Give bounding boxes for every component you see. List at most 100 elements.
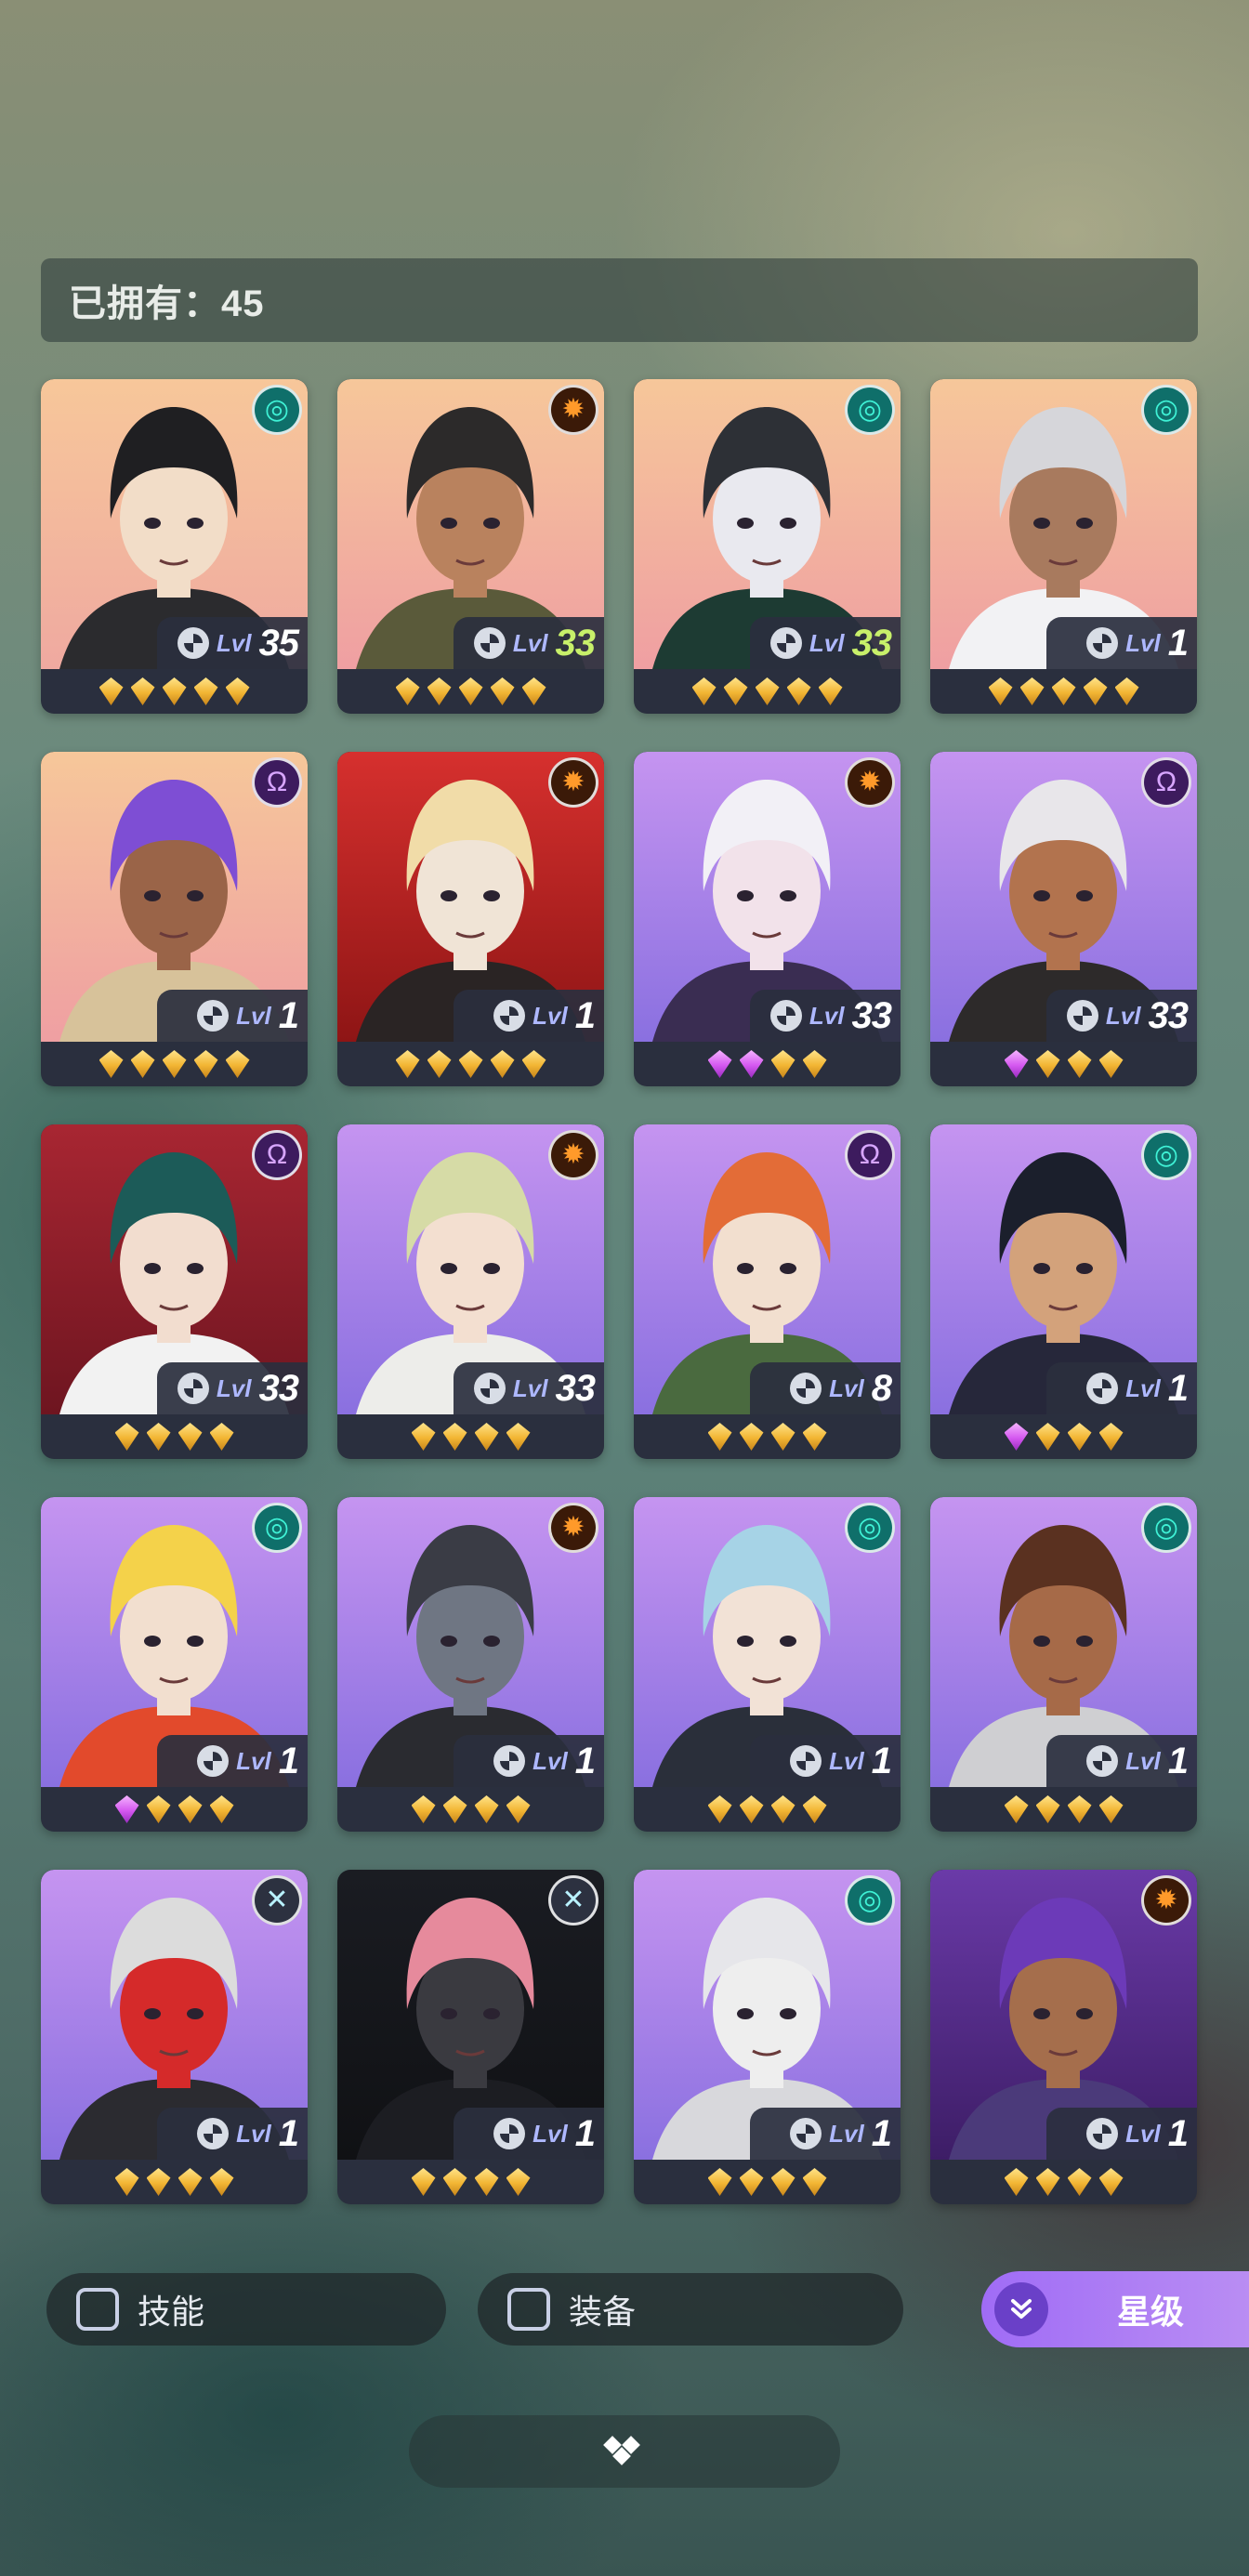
character-card[interactable]: ✹ Lvl 33 <box>337 1124 604 1459</box>
gold-gem-icon <box>99 677 124 705</box>
star-rating <box>930 669 1197 714</box>
character-card[interactable]: Ω Lvl 33 <box>930 752 1197 1086</box>
character-card[interactable]: ◎ Lvl 1 <box>930 379 1197 714</box>
gold-gem-icon <box>1035 2168 1060 2196</box>
gold-gem-icon <box>411 1423 436 1451</box>
character-card[interactable]: ✹ Lvl 1 <box>337 752 604 1086</box>
level-prefix: Lvl <box>512 628 548 657</box>
character-card[interactable]: ✹ Lvl 1 <box>930 1870 1197 2204</box>
star-rating <box>41 1787 308 1832</box>
character-card[interactable]: ✹ Lvl 33 <box>337 379 604 714</box>
gold-gem-icon <box>786 677 811 705</box>
gold-gem-icon <box>130 677 155 705</box>
character-card[interactable]: ◎ Lvl 1 <box>41 1497 308 1832</box>
character-card[interactable]: ◎ Lvl 33 <box>634 379 901 714</box>
gold-gem-icon <box>707 2168 732 2196</box>
gold-gem-icon <box>427 1050 452 1078</box>
star-rating <box>41 1414 308 1459</box>
character-card[interactable]: ✕ Lvl 1 <box>337 1870 604 2204</box>
aperture-icon <box>197 2118 230 2149</box>
aperture-icon <box>473 1373 506 1404</box>
level-prefix: Lvl <box>809 628 845 657</box>
gold-gem-icon <box>209 1423 234 1451</box>
character-card[interactable]: Ω Lvl 1 <box>41 752 308 1086</box>
gold-gem-icon <box>1098 1050 1124 1078</box>
character-card[interactable]: ✹ Lvl 33 <box>634 752 901 1086</box>
gold-gem-icon <box>521 677 546 705</box>
level-prefix: Lvl <box>236 1001 271 1030</box>
character-card[interactable]: ◎ Lvl 1 <box>634 1497 901 1832</box>
spiral-icon: ◎ <box>252 1503 302 1553</box>
level-badge: Lvl 1 <box>157 990 308 1042</box>
skill-filter-toggle[interactable]: 技能 <box>46 2273 446 2346</box>
level-badge: Lvl 1 <box>750 1735 901 1787</box>
character-card[interactable]: ◎ Lvl 1 <box>930 1497 1197 1832</box>
level-value: 33 <box>555 622 596 664</box>
omega-icon: Ω <box>1141 757 1191 808</box>
gold-gem-icon <box>146 1423 171 1451</box>
level-prefix: Lvl <box>829 1746 864 1775</box>
character-card[interactable]: ◎ Lvl 35 <box>41 379 308 714</box>
gold-gem-icon <box>395 1050 420 1078</box>
aperture-icon <box>790 1745 822 1777</box>
character-card[interactable]: ◎ Lvl 1 <box>634 1870 901 2204</box>
aperture-icon <box>1086 1745 1119 1777</box>
star-rating <box>41 2160 308 2204</box>
gold-gem-icon <box>162 677 187 705</box>
character-card[interactable]: ✹ Lvl 1 <box>337 1497 604 1832</box>
level-value: 1 <box>574 2112 596 2154</box>
level-value: 1 <box>574 994 596 1036</box>
skill-filter-label: 技能 <box>138 2293 205 2331</box>
sort-label: 星级 <box>1117 2293 1185 2331</box>
character-card[interactable]: Ω Lvl 33 <box>41 1124 308 1459</box>
level-badge: Lvl 1 <box>750 2108 901 2160</box>
gold-gem-icon <box>1067 1423 1092 1451</box>
star-rating <box>930 1042 1197 1086</box>
star-rating <box>337 1042 604 1086</box>
gold-gem-icon <box>146 1795 171 1823</box>
star-rating <box>634 669 901 714</box>
gold-gem-icon <box>739 1423 764 1451</box>
level-badge: Lvl 33 <box>157 1362 308 1414</box>
gold-gem-icon <box>802 1795 827 1823</box>
gold-gem-icon <box>225 677 250 705</box>
aperture-icon <box>177 1373 209 1404</box>
gold-gem-icon <box>770 1795 795 1823</box>
gold-gem-icon <box>1114 677 1139 705</box>
character-card[interactable]: Ω Lvl 8 <box>634 1124 901 1459</box>
chevron-double-down-icon <box>994 2282 1048 2336</box>
star-rating <box>930 2160 1197 2204</box>
level-value: 8 <box>871 1367 892 1409</box>
purple-gem-icon <box>739 1050 764 1078</box>
gold-gem-icon <box>506 1423 531 1451</box>
character-card[interactable]: ◎ Lvl 1 <box>930 1124 1197 1459</box>
gold-gem-icon <box>1035 1050 1060 1078</box>
star-rating <box>634 1414 901 1459</box>
level-prefix: Lvl <box>1125 628 1161 657</box>
gold-gem-icon <box>209 2168 234 2196</box>
level-prefix: Lvl <box>1105 1001 1141 1030</box>
gold-gem-icon <box>225 1050 250 1078</box>
star-rating <box>634 1042 901 1086</box>
gold-gem-icon <box>691 677 717 705</box>
character-card[interactable]: ✕ Lvl 1 <box>41 1870 308 2204</box>
collapse-button[interactable] <box>409 2415 840 2488</box>
level-prefix: Lvl <box>1125 2119 1161 2148</box>
equipment-filter-toggle[interactable]: 装备 <box>478 2273 903 2346</box>
gold-gem-icon <box>99 1050 124 1078</box>
level-badge: Lvl 33 <box>454 617 604 669</box>
omega-icon: Ω <box>845 1130 895 1180</box>
spiral-icon: ◎ <box>252 385 302 435</box>
level-value: 1 <box>871 2112 892 2154</box>
purple-gem-icon <box>1004 1050 1029 1078</box>
gold-gem-icon <box>802 1050 827 1078</box>
star-rating <box>41 1042 308 1086</box>
gold-gem-icon <box>818 677 843 705</box>
equipment-checkbox[interactable] <box>507 2288 550 2331</box>
gold-gem-icon <box>177 1423 203 1451</box>
sun-icon: ✹ <box>548 385 598 435</box>
skill-checkbox[interactable] <box>76 2288 119 2331</box>
level-value: 35 <box>258 622 299 664</box>
sort-by-star-button[interactable]: 星级 <box>981 2271 1249 2347</box>
level-prefix: Lvl <box>236 1746 271 1775</box>
